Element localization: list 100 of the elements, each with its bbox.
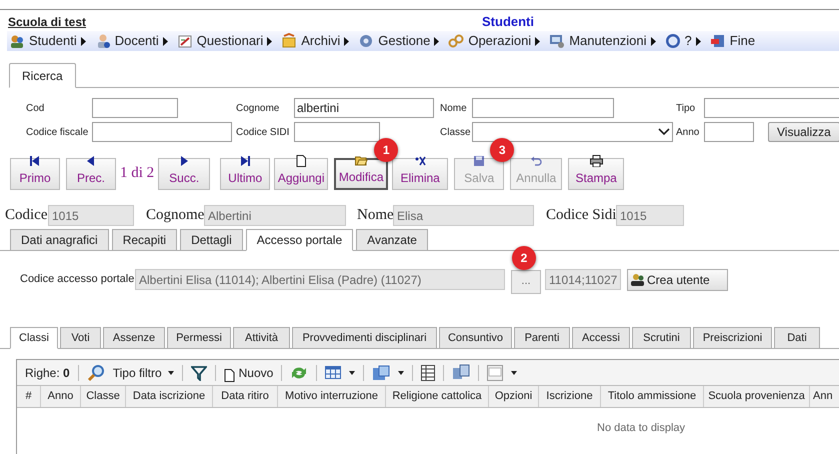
toolbar-button[interactable]: Primo xyxy=(10,158,60,190)
input-field[interactable] xyxy=(92,98,178,118)
column-header[interactable]: Religione cattolica xyxy=(386,386,489,407)
column-header[interactable]: Data iscrizione xyxy=(126,386,213,407)
field-label: Codice accesso portale xyxy=(20,272,135,288)
menu-item[interactable]: Operazioni xyxy=(468,31,532,51)
field-label: Classe xyxy=(440,126,472,140)
tab[interactable]: Ricerca xyxy=(9,63,76,88)
input-field[interactable]: albertini xyxy=(294,98,434,118)
new-button[interactable]: Nuovo xyxy=(224,364,274,382)
tab[interactable]: Dati xyxy=(774,327,820,349)
input-field[interactable] xyxy=(704,98,839,118)
column-header[interactable]: # xyxy=(17,386,41,407)
tab[interactable]: Accesso portale xyxy=(246,229,354,251)
menu-item[interactable]: Archivi xyxy=(301,31,340,51)
filter-icon xyxy=(190,364,207,380)
search-icon xyxy=(86,364,105,382)
column-header[interactable]: Ann xyxy=(810,386,839,407)
column-header[interactable]: Data ritiro xyxy=(213,386,278,407)
column-header[interactable]: Titolo ammissione xyxy=(601,386,704,407)
field-label: Codice fiscale xyxy=(26,126,90,140)
caret-icon xyxy=(349,370,356,374)
toolbar-button[interactable]: Modifica xyxy=(334,158,388,190)
readonly-field[interactable]: Albertini xyxy=(204,205,346,226)
readonly-field[interactable]: 11014;11027 xyxy=(545,269,621,290)
field-label: Tipo xyxy=(676,102,696,116)
column-header[interactable]: Scuola provenienza xyxy=(704,386,810,407)
undo-icon xyxy=(530,155,543,167)
browse-button[interactable]: ... xyxy=(511,270,541,294)
people-icon xyxy=(630,272,646,286)
table-icon xyxy=(325,366,342,379)
toolbar-button[interactable]: Succ. xyxy=(158,158,210,190)
toolbar-button[interactable]: Prec. xyxy=(66,158,116,190)
tab[interactable]: Assenze xyxy=(103,327,165,349)
number-badge: 2 xyxy=(512,246,536,270)
visualizza-button[interactable]: Visualizza xyxy=(768,122,839,142)
field-label: Codice SIDI xyxy=(236,126,290,140)
input-field[interactable] xyxy=(472,98,614,118)
tab[interactable]: Recapiti xyxy=(112,229,178,251)
toolbar-button[interactable]: Ultimo xyxy=(220,158,270,190)
readonly-field[interactable]: 1015 xyxy=(616,205,684,226)
menu-item[interactable]: Questionari xyxy=(196,31,264,51)
column-header[interactable]: Anno xyxy=(41,386,81,407)
readonly-field[interactable]: 1015 xyxy=(48,205,134,226)
menu-item[interactable]: Fine xyxy=(730,31,756,51)
caret-icon xyxy=(168,370,174,374)
tab[interactable]: Permessi xyxy=(167,327,231,349)
toolbar-button[interactable]: Elimina xyxy=(392,158,448,190)
menu-item[interactable]: Studenti xyxy=(29,31,77,51)
toolbar-button[interactable]: Aggiungi xyxy=(274,158,328,190)
column-header[interactable]: Opzioni xyxy=(489,386,539,407)
field-label: Cognome xyxy=(146,206,204,226)
input-field[interactable] xyxy=(294,122,380,142)
menu-item[interactable]: Gestione xyxy=(378,31,430,51)
menu-item[interactable]: Docenti xyxy=(114,31,159,51)
number-badge: 1 xyxy=(374,138,398,162)
tab[interactable]: Classi xyxy=(10,327,58,349)
tab[interactable]: Attività xyxy=(233,327,290,349)
tab[interactable]: Accessi xyxy=(572,327,630,349)
tab[interactable]: Dati anagrafici xyxy=(10,229,109,251)
field-label: Cognome xyxy=(236,102,280,116)
delete-icon xyxy=(414,155,427,167)
field-label: Anno xyxy=(676,126,700,140)
column-header[interactable]: Motivo interruzione xyxy=(278,386,386,407)
field-label: Codice Sidi xyxy=(546,206,616,226)
tab[interactable]: Consuntivo xyxy=(439,327,512,349)
filter-type-dropdown[interactable]: Tipo filtro xyxy=(112,364,174,382)
tab[interactable]: Voti xyxy=(60,327,101,349)
readonly-field[interactable]: Elisa xyxy=(393,205,534,226)
transfer-icon xyxy=(452,364,470,382)
menu-item[interactable]: Manutenzioni xyxy=(569,31,647,51)
page-icon xyxy=(294,155,308,167)
chain-icon xyxy=(448,33,464,49)
field-label: Nome xyxy=(357,206,393,226)
tab[interactable]: Preiscrizioni xyxy=(693,327,772,349)
dropdown-field[interactable] xyxy=(472,122,673,142)
empty-message: No data to display xyxy=(597,421,686,436)
help-icon xyxy=(664,33,681,49)
tab[interactable]: Parenti xyxy=(514,327,570,349)
create-user-button[interactable]: Crea utente xyxy=(627,268,728,290)
tab[interactable]: Provvedimenti disciplinari xyxy=(292,327,437,349)
field-label: Cod xyxy=(26,102,46,116)
input-field[interactable] xyxy=(92,122,232,142)
export-icon xyxy=(372,364,390,380)
readonly-field[interactable]: Albertini Elisa (11014); Albertini Elisa (Padre) (11027) xyxy=(135,269,505,290)
page-icon xyxy=(224,368,235,382)
tab[interactable]: Dettagli xyxy=(180,229,243,251)
menu-item[interactable]: ? xyxy=(684,31,692,51)
tab[interactable]: Scrutini xyxy=(632,327,691,349)
tab[interactable]: Avanzate xyxy=(356,229,428,251)
field-label: Codice xyxy=(5,206,48,226)
page-indicator: 1 di 2 xyxy=(120,164,154,183)
toolbar-button[interactable]: Stampa xyxy=(568,158,624,190)
column-header[interactable]: Classe xyxy=(81,386,126,407)
input-field[interactable] xyxy=(704,122,754,142)
column-header[interactable]: Iscrizione xyxy=(539,386,601,407)
monitor-icon xyxy=(549,33,566,49)
school-name[interactable]: Scuola di test xyxy=(8,13,86,31)
exit-icon xyxy=(710,33,726,49)
folder-icon xyxy=(281,33,298,49)
